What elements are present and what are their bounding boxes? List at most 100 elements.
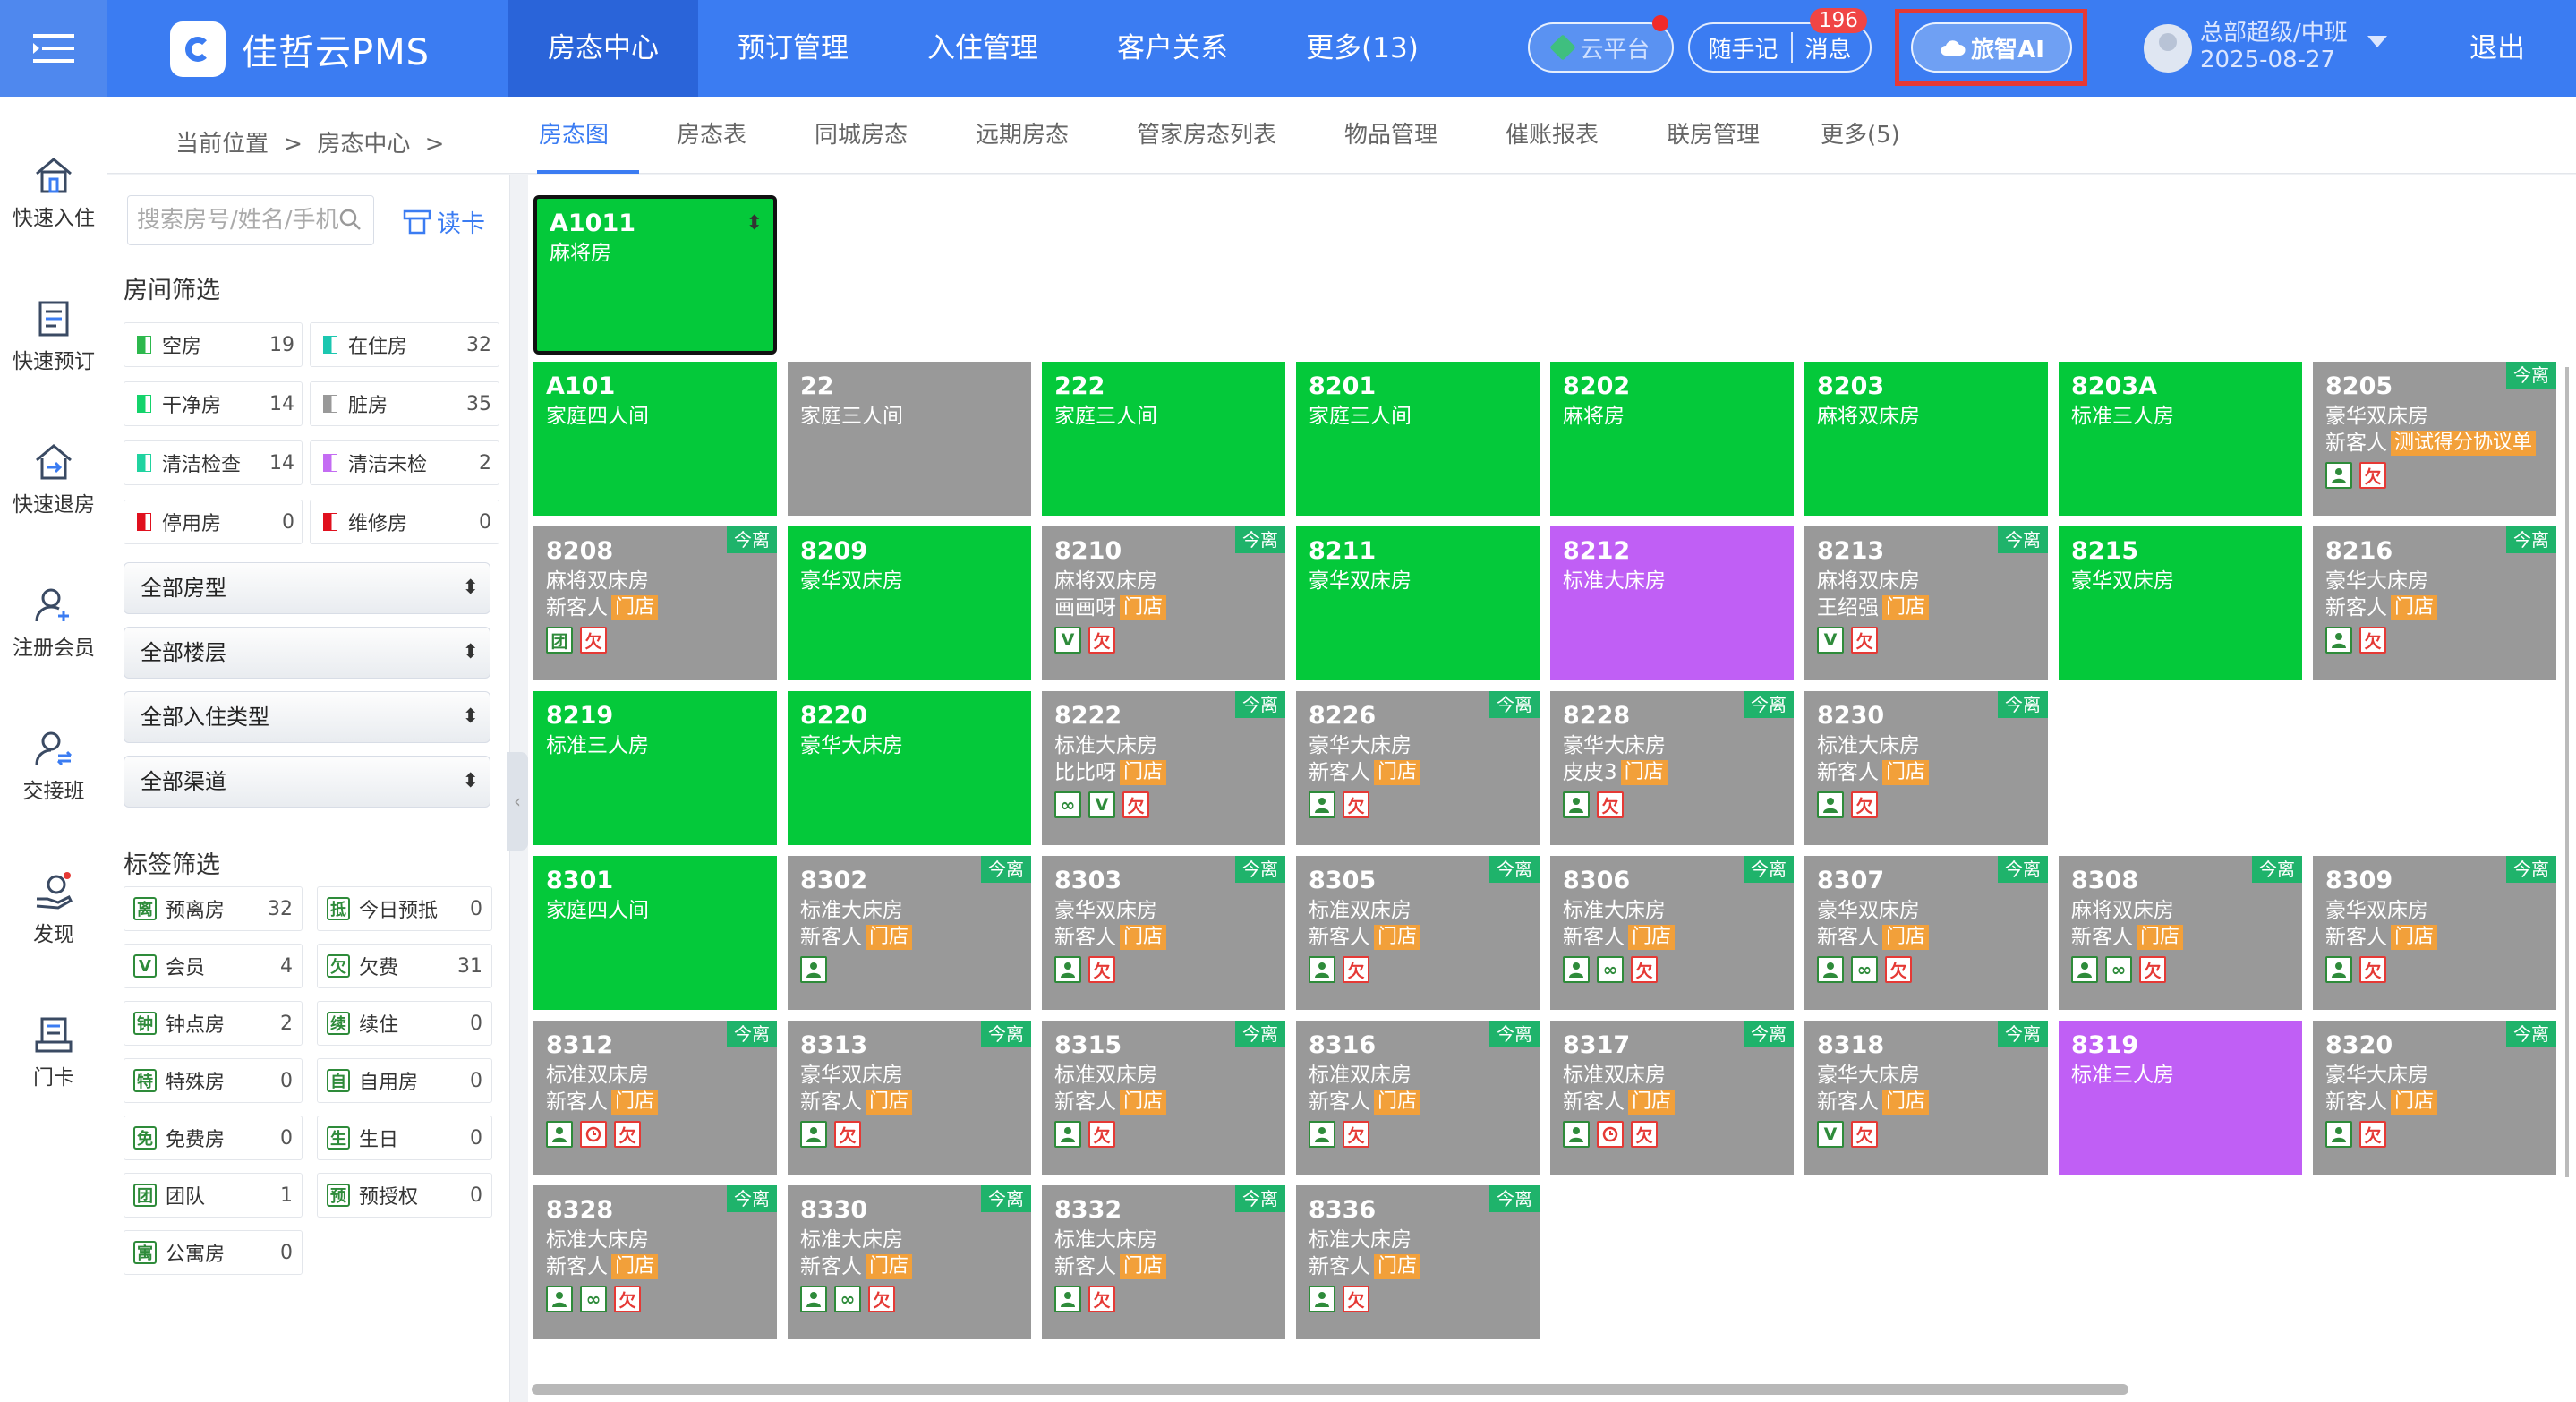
- checkin-type-select[interactable]: 全部入住类型: [124, 691, 490, 743]
- room-card-8313[interactable]: 8313 豪华双床房 今离 新客人 门店欠: [788, 1021, 1031, 1175]
- discover-item[interactable]: 发现: [0, 872, 107, 947]
- floor-select[interactable]: 全部楼层: [124, 627, 490, 679]
- room-status-count-2[interactable]: 干净房 14: [124, 381, 303, 426]
- room-card-8209[interactable]: 8209 豪华双床房: [788, 526, 1031, 680]
- room-card-8212[interactable]: 8212 标准大床房: [1550, 526, 1794, 680]
- room-card-8208[interactable]: 8208 麻将双床房 今离 新客人 门店团欠: [533, 526, 777, 680]
- room-card-8216[interactable]: 8216 豪华大床房 今离 新客人 门店欠: [2313, 526, 2556, 680]
- nav-more[interactable]: 更多(13): [1267, 0, 1457, 97]
- chevron-down-icon[interactable]: [2367, 36, 2387, 47]
- tag-filter-5[interactable]: 续续住 0: [317, 1001, 492, 1046]
- user-avatar[interactable]: [2144, 24, 2192, 73]
- room-card-8332[interactable]: 8332 标准大床房 今离 新客人 门店欠: [1042, 1185, 1285, 1339]
- nav-checkin[interactable]: 入住管理: [888, 0, 1078, 97]
- room-card-8307[interactable]: 8307 豪华双床房 今离 新客人 门店 ∞ 欠: [1804, 856, 2048, 1010]
- room-card-8205[interactable]: 8205 豪华双床房 今离 新客人 测试得分协议单欠: [2313, 362, 2556, 516]
- room-status-count-3[interactable]: 脏房 35: [310, 381, 499, 426]
- room-status-count-5[interactable]: 清洁未检 2: [310, 440, 499, 485]
- room-card-A101[interactable]: A101 家庭四人间: [533, 362, 777, 516]
- shift-handover-item[interactable]: 交接班: [0, 729, 107, 804]
- room-card-8211[interactable]: 8211 豪华双床房: [1296, 526, 1540, 680]
- tag-filter-3[interactable]: 欠欠费 31: [317, 944, 492, 988]
- tag-filter-10[interactable]: 团团队 1: [124, 1173, 303, 1218]
- room-card-8320[interactable]: 8320 豪华大床房 今离 新客人 门店欠: [2313, 1021, 2556, 1175]
- room-card-8318[interactable]: 8318 豪华大床房 今离 新客人 门店 V 欠: [1804, 1021, 2048, 1175]
- room-card-8317[interactable]: 8317 标准双床房 今离 新客人 门店欠: [1550, 1021, 1794, 1175]
- room-card-8230[interactable]: 8230 标准大床房 今离 新客人 门店欠: [1804, 691, 2048, 845]
- room-card-8203[interactable]: 8203 麻将双床房: [1804, 362, 2048, 516]
- room-card-8305[interactable]: 8305 标准双床房 今离 新客人 门店欠: [1296, 856, 1540, 1010]
- room-card-8330[interactable]: 8330 标准大床房 今离 新客人 门店 ∞ 欠: [788, 1185, 1031, 1339]
- room-card-8220[interactable]: 8220 豪华大床房: [788, 691, 1031, 845]
- room-card-8210[interactable]: 8210 麻将双床房 今离 画画呀 门店 V 欠: [1042, 526, 1285, 680]
- tag-filter-11[interactable]: 预预授权 0: [317, 1173, 492, 1218]
- room-status-count-4[interactable]: 清洁检查 14: [124, 440, 303, 485]
- search-icon[interactable]: [338, 208, 362, 231]
- room-card-22[interactable]: 22 家庭三人间: [788, 362, 1031, 516]
- room-card-8316[interactable]: 8316 标准双床房 今离 新客人 门店欠: [1296, 1021, 1540, 1175]
- vertical-scrollbar[interactable]: [2565, 367, 2569, 1177]
- tag-filter-2[interactable]: V 会员 4: [124, 944, 303, 988]
- room-card-8336[interactable]: 8336 标准大床房 今离 新客人 门店欠: [1296, 1185, 1540, 1339]
- room-card-8201[interactable]: 8201 家庭三人间: [1296, 362, 1540, 516]
- menu-toggle-button[interactable]: [0, 0, 107, 97]
- door-card-item[interactable]: 门卡: [0, 1015, 107, 1090]
- search-input[interactable]: 搜索房号/姓名/手机: [127, 195, 374, 245]
- tag-filter-8[interactable]: 免免费房 0: [124, 1116, 303, 1160]
- tag-filter-6[interactable]: 特特殊房 0: [124, 1058, 303, 1103]
- nav-room-center[interactable]: 房态中心: [508, 0, 698, 97]
- room-card-8306[interactable]: 8306 标准大床房 今离 新客人 门店 ∞ 欠: [1550, 856, 1794, 1010]
- room-card-222[interactable]: 222 家庭三人间: [1042, 362, 1285, 516]
- room-card-8228[interactable]: 8228 豪华大床房 今离 皮皮3 门店欠: [1550, 691, 1794, 845]
- tab-city-rooms[interactable]: 同城房态: [815, 97, 908, 174]
- room-status-count-6[interactable]: 停用房 0: [124, 500, 303, 544]
- tab-collection-report[interactable]: 催账报表: [1506, 97, 1599, 174]
- room-card-8303[interactable]: 8303 豪华双床房 今离 新客人 门店欠: [1042, 856, 1285, 1010]
- tab-room-table[interactable]: 房态表: [677, 97, 746, 174]
- room-status-count-1[interactable]: 在住房 32: [310, 322, 499, 367]
- collapse-panel-button[interactable]: ‹: [507, 752, 528, 851]
- tag-filter-1[interactable]: 抵今日预抵 0: [317, 886, 492, 931]
- tag-filter-0[interactable]: 离预离房 32: [124, 886, 303, 931]
- room-card-8315[interactable]: 8315 标准双床房 今离 新客人 门店欠: [1042, 1021, 1285, 1175]
- room-type-select[interactable]: 全部房型: [124, 562, 490, 614]
- room-card-8215[interactable]: 8215 豪华双床房: [2059, 526, 2302, 680]
- room-card-8302[interactable]: 8302 标准大床房 今离 新客人 门店: [788, 856, 1031, 1010]
- tab-room-map[interactable]: 房态图: [539, 97, 609, 174]
- register-member-item[interactable]: 注册会员: [0, 586, 107, 661]
- nav-reservations[interactable]: 预订管理: [698, 0, 888, 97]
- tag-filter-4[interactable]: 钟钟点房 2: [124, 1001, 303, 1046]
- room-card-8213[interactable]: 8213 麻将双床房 今离 王绍强 门店 V 欠: [1804, 526, 2048, 680]
- channel-select[interactable]: 全部渠道: [124, 756, 490, 808]
- logout-button[interactable]: 退出: [2444, 0, 2551, 97]
- tag-filter-9[interactable]: 生生日 0: [317, 1116, 492, 1160]
- room-card-8222[interactable]: 8222 标准大床房 今离 比比呀 门店 ∞ V 欠: [1042, 691, 1285, 845]
- room-card-8328[interactable]: 8328 标准大床房 今离 新客人 门店 ∞ 欠: [533, 1185, 777, 1339]
- breadcrumb-page[interactable]: 房态中心: [317, 131, 410, 158]
- tag-filter-12[interactable]: 寓公寓房 0: [124, 1230, 303, 1275]
- quick-booking-item[interactable]: 快速预订: [0, 299, 107, 374]
- room-card-8219[interactable]: 8219 标准三人房: [533, 691, 777, 845]
- messages-button[interactable]: 消息: [1805, 31, 1852, 64]
- brand-logo[interactable]: 佳哲云PMS: [170, 21, 430, 77]
- room-card-8301[interactable]: 8301 家庭四人间: [533, 856, 777, 1010]
- nav-crm[interactable]: 客户关系: [1078, 0, 1267, 97]
- tab-items[interactable]: 物品管理: [1344, 97, 1437, 174]
- room-card-8226[interactable]: 8226 豪华大床房 今离 新客人 门店欠: [1296, 691, 1540, 845]
- room-card-8319[interactable]: 8319 标准三人房: [2059, 1021, 2302, 1175]
- room-card-8308[interactable]: 8308 麻将双床房 今离 新客人 门店 ∞ 欠: [2059, 856, 2302, 1010]
- room-card-A1011[interactable]: A1011 麻将房: [533, 195, 777, 355]
- tab-more[interactable]: 更多(5): [1821, 97, 1900, 174]
- cloud-platform-button[interactable]: 云平台: [1528, 22, 1674, 73]
- quick-checkin-item[interactable]: 快速入住: [0, 156, 107, 231]
- quick-note-button[interactable]: 随手记: [1708, 31, 1778, 64]
- tab-linked-rooms[interactable]: 联房管理: [1667, 97, 1760, 174]
- lvzhi-ai-button[interactable]: 旅智AI: [1911, 22, 2072, 73]
- room-card-8202[interactable]: 8202 麻将房: [1550, 362, 1794, 516]
- tab-future-rooms[interactable]: 远期房态: [976, 97, 1069, 174]
- room-card-8309[interactable]: 8309 豪华双床房 今离 新客人 门店欠: [2313, 856, 2556, 1010]
- room-card-8203A[interactable]: 8203A 标准三人房: [2059, 362, 2302, 516]
- room-status-count-7[interactable]: 维修房 0: [310, 500, 499, 544]
- quick-checkout-item[interactable]: 快速退房: [0, 442, 107, 517]
- read-card-button[interactable]: 读卡: [403, 204, 485, 239]
